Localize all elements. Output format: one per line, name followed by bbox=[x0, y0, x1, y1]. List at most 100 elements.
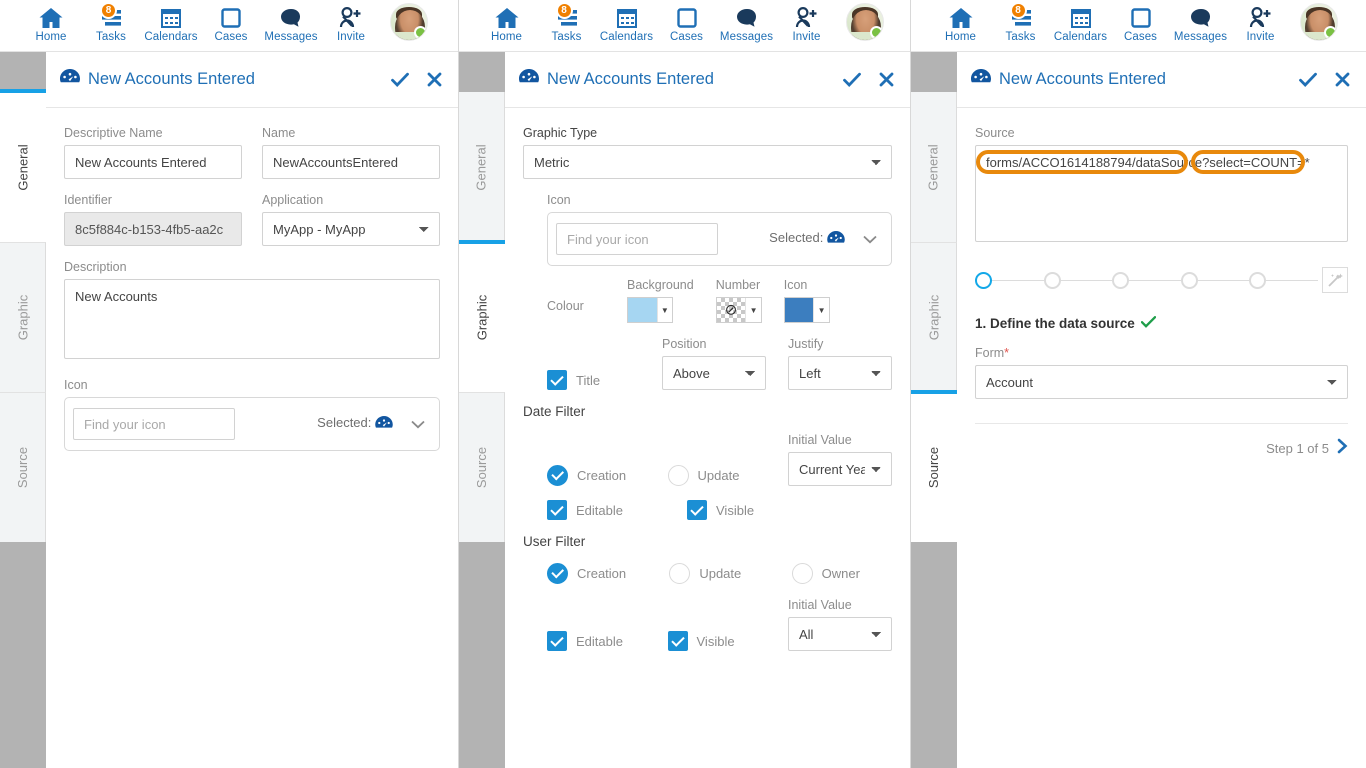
user-filter-radio-creation[interactable]: Creation bbox=[547, 563, 647, 584]
checkbox-box bbox=[667, 631, 688, 651]
nav-item-calendars[interactable]: Calendars bbox=[1051, 0, 1111, 43]
cases-icon bbox=[220, 5, 242, 30]
form-select[interactable]: Account bbox=[975, 365, 1348, 399]
graphic-type-label: Graphic Type bbox=[523, 126, 598, 140]
nav-item-messages[interactable]: Messages bbox=[261, 0, 321, 43]
nav-item-invite[interactable]: Invite bbox=[777, 0, 837, 43]
nav-item-home[interactable]: Home bbox=[931, 0, 991, 43]
nav-item-cases[interactable]: Cases bbox=[1111, 0, 1171, 43]
icon-search-input[interactable] bbox=[73, 408, 235, 440]
selected-icon-label: Selected: bbox=[317, 415, 393, 433]
nav-item-invite[interactable]: Invite bbox=[1231, 0, 1291, 43]
step-dot-3[interactable] bbox=[1112, 271, 1130, 289]
tab-source[interactable]: Source bbox=[911, 390, 957, 542]
title-checkbox[interactable]: Title bbox=[547, 370, 640, 390]
icon-picker: Selected: bbox=[547, 212, 892, 266]
close-icon[interactable] bbox=[427, 72, 442, 87]
tab-graphic[interactable]: Graphic bbox=[459, 240, 505, 392]
nav-item-cases[interactable]: Cases bbox=[657, 0, 717, 43]
user-filter-visible-checkbox[interactable]: Visible bbox=[667, 631, 767, 651]
panel-graphic: Home 8 Tasks Calendars Cases Messages In… bbox=[458, 0, 910, 768]
nav-item-tasks[interactable]: 8 Tasks bbox=[537, 0, 597, 43]
checkbox-label: Title bbox=[576, 372, 601, 388]
position-select[interactable]: Above bbox=[662, 356, 766, 390]
nav-item-messages[interactable]: Messages bbox=[1171, 0, 1231, 43]
swatch-caption: Icon bbox=[783, 278, 808, 292]
description-textarea[interactable]: New Accounts bbox=[64, 279, 440, 359]
chevron-down-icon[interactable] bbox=[863, 232, 877, 247]
tab-label: Graphic bbox=[15, 294, 30, 341]
nav-item-tasks[interactable]: 8 Tasks bbox=[991, 0, 1051, 43]
number-colour-picker[interactable]: ▼ bbox=[715, 297, 762, 323]
invite-user-icon bbox=[1248, 5, 1274, 30]
dashboard-gauge-icon bbox=[519, 69, 539, 90]
radio-circle bbox=[669, 563, 691, 584]
graphic-type-select[interactable]: Metric bbox=[523, 145, 892, 179]
avatar[interactable] bbox=[381, 0, 437, 41]
step-dot-4[interactable] bbox=[1180, 271, 1198, 289]
user-filter-editable-checkbox[interactable]: Editable bbox=[547, 631, 646, 651]
radio-circle bbox=[547, 465, 568, 486]
date-filter-visible-checkbox[interactable]: Visible bbox=[687, 500, 805, 520]
tab-source[interactable]: Source bbox=[0, 392, 46, 542]
nav-item-messages[interactable]: Messages bbox=[717, 0, 777, 43]
icon-search-input[interactable] bbox=[556, 223, 718, 255]
nav-item-home[interactable]: Home bbox=[477, 0, 537, 43]
chevron-right-icon[interactable] bbox=[1337, 438, 1348, 459]
close-icon[interactable] bbox=[879, 72, 894, 87]
step-connector bbox=[992, 279, 1044, 281]
justify-select[interactable]: Left bbox=[788, 356, 892, 390]
user-filter-radio-owner[interactable]: Owner bbox=[791, 563, 892, 584]
nav-label: Tasks bbox=[1005, 31, 1036, 43]
avatar[interactable] bbox=[1291, 0, 1347, 41]
nav-item-invite[interactable]: Invite bbox=[321, 0, 381, 43]
swatch-caption: Background bbox=[627, 278, 694, 292]
descriptive-name-input[interactable] bbox=[64, 145, 242, 179]
home-icon bbox=[948, 5, 974, 30]
cases-icon bbox=[1130, 5, 1152, 30]
dashboard-gauge-icon bbox=[60, 69, 80, 90]
checkmark-icon[interactable] bbox=[1299, 72, 1317, 88]
nav-item-calendars[interactable]: Calendars bbox=[597, 0, 657, 43]
nav-item-cases[interactable]: Cases bbox=[201, 0, 261, 43]
avatar[interactable] bbox=[837, 0, 893, 41]
nav-item-home[interactable]: Home bbox=[21, 0, 81, 43]
background-colour-picker[interactable]: ▼ bbox=[627, 297, 673, 323]
tab-graphic[interactable]: Graphic bbox=[911, 242, 957, 392]
page-title: New Accounts Entered bbox=[971, 69, 1166, 90]
step-dot-5[interactable] bbox=[1249, 271, 1267, 289]
user-filter-title: User Filter bbox=[523, 534, 586, 549]
application-select[interactable]: MyApp - MyApp bbox=[262, 212, 440, 246]
step-dot-1[interactable] bbox=[975, 271, 992, 289]
checkmark-icon[interactable] bbox=[843, 72, 861, 88]
date-filter-editable-checkbox[interactable]: Editable bbox=[547, 500, 665, 520]
nav-item-calendars[interactable]: Calendars bbox=[141, 0, 201, 43]
cases-icon bbox=[676, 5, 698, 30]
tab-general[interactable]: General bbox=[459, 92, 505, 242]
step-dot-2[interactable] bbox=[1043, 271, 1061, 289]
nav-label: Cases bbox=[669, 31, 704, 43]
date-initial-value-select[interactable]: Current Year bbox=[788, 452, 892, 486]
date-filter-radio-creation[interactable]: Creation bbox=[547, 465, 646, 486]
user-initial-value-select[interactable]: All bbox=[788, 617, 892, 651]
page-title: New Accounts Entered bbox=[60, 69, 255, 90]
tab-label: General bbox=[474, 143, 489, 191]
tab-general[interactable]: General bbox=[911, 92, 957, 242]
checkmark-icon[interactable] bbox=[391, 72, 409, 88]
caret-down-icon: ▼ bbox=[813, 298, 828, 322]
tab-source[interactable]: Source bbox=[459, 392, 505, 542]
source-textarea[interactable]: forms/ACCO1614188794/dataSource?select=C… bbox=[975, 145, 1348, 242]
name-input[interactable] bbox=[262, 145, 440, 179]
tab-graphic[interactable]: Graphic bbox=[0, 242, 46, 392]
nav-item-tasks[interactable]: 8 Tasks bbox=[81, 0, 141, 43]
chevron-down-icon[interactable] bbox=[411, 417, 425, 432]
close-icon[interactable] bbox=[1335, 72, 1350, 87]
nav-label: Home bbox=[35, 31, 67, 43]
date-filter-radio-update[interactable]: Update bbox=[667, 465, 767, 486]
user-filter-radio-update[interactable]: Update bbox=[669, 563, 769, 584]
magic-wand-icon[interactable] bbox=[1321, 267, 1348, 293]
calendar-icon bbox=[159, 5, 183, 30]
tab-general[interactable]: General bbox=[0, 89, 46, 242]
tab-label: Source bbox=[926, 446, 942, 489]
icon-colour-picker[interactable]: ▼ bbox=[783, 297, 830, 323]
